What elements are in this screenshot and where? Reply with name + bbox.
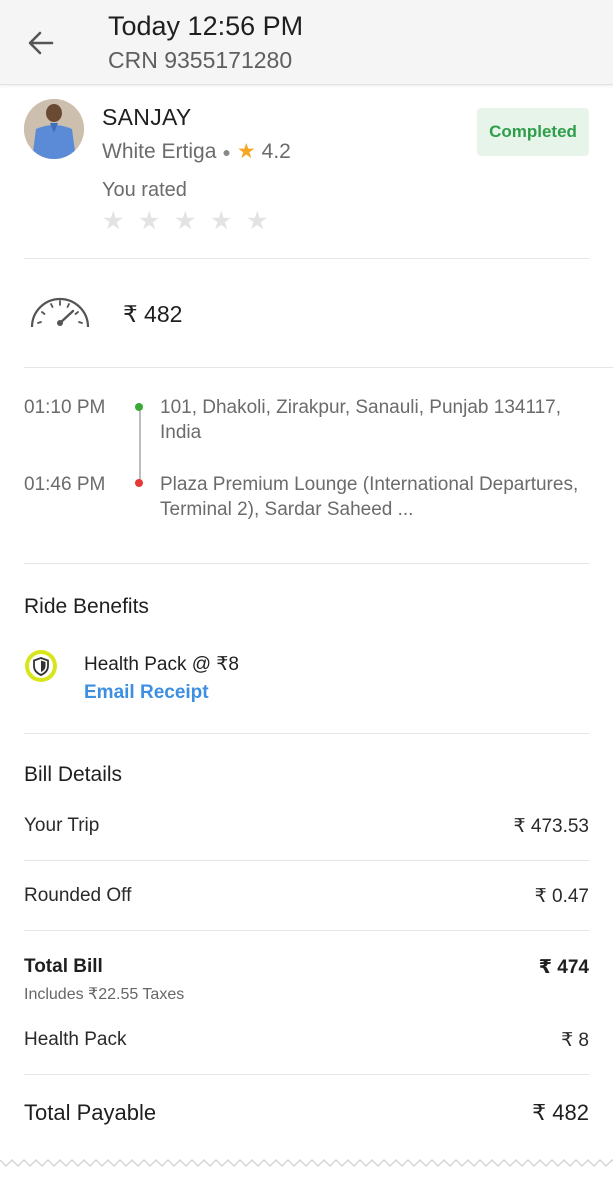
receipt-edge [0,1158,613,1168]
drop-time: 01:46 PM [24,474,106,495]
total-bill-label: Total Bill [24,956,103,977]
route-line [138,411,141,483]
star-icon: ★ [236,140,256,163]
your-trip-label: Your Trip [24,815,100,836]
driver-name: SANJAY [102,104,192,130]
star-icon[interactable]: ★ [246,209,270,234]
divider [24,563,589,564]
fare-amount: ₹ 482 [123,301,183,327]
driver-rating: 4.2 [261,139,291,163]
bill-row-rounded-off: Rounded Off ₹ 0.47 [24,885,589,908]
separator-dot: ● [222,143,231,160]
drop-address: Plaza Premium Lounge (International Depa… [160,474,579,520]
car-model: White Ertiga [102,139,217,163]
taxes-note: Includes ₹22.55 Taxes [24,986,185,1003]
divider [24,258,589,259]
crn-number: CRN 9355171280 [108,47,293,73]
star-icon[interactable]: ★ [138,209,162,234]
email-receipt-link[interactable]: Email Receipt [84,682,209,704]
ride-benefits-title: Ride Benefits [24,595,149,618]
bill-row-total-bill: Total Bill ₹ 474 [24,956,589,979]
divider [24,930,589,931]
trip-datetime-title: Today 12:56 PM [108,11,304,41]
pickup-pin-icon [135,403,143,411]
total-payable-label: Total Payable [24,1100,157,1125]
divider [24,733,589,734]
status-badge: Completed [477,108,589,156]
you-rated-label: You rated [102,179,187,201]
app-header: Today 12:56 PM CRN 9355171280 [0,0,613,85]
rounded-off-label: Rounded Off [24,885,132,906]
health-pack-label: Health Pack [24,1029,127,1050]
rating-stars[interactable]: ★ ★ ★ ★ ★ [102,209,270,234]
bill-row-health-pack: Health Pack ₹ 8 [24,1029,589,1052]
divider [24,367,613,368]
star-icon[interactable]: ★ [102,209,126,234]
divider [24,860,589,861]
arrow-left-icon [28,31,54,55]
driver-avatar [24,99,84,159]
your-trip-value: ₹ 473.53 [513,816,589,837]
car-details: White Ertiga ● ★ 4.2 [102,139,291,164]
speedometer-icon [30,297,90,328]
health-pack-benefit: Health Pack @ ₹8 [84,654,239,675]
bill-row-total-payable: Total Payable ₹ 482 [24,1100,589,1126]
star-icon[interactable]: ★ [174,209,198,234]
bill-row-your-trip: Your Trip ₹ 473.53 [24,815,589,838]
pickup-address: 101, Dhakoli, Zirakpur, Sanauli, Punjab … [160,397,562,443]
total-bill-value: ₹ 474 [538,957,589,978]
back-button[interactable] [24,26,58,60]
total-payable-value: ₹ 482 [532,1100,589,1125]
star-icon[interactable]: ★ [210,209,234,234]
shield-icon [25,650,57,682]
drop-pin-icon [135,479,143,487]
pickup-time: 01:10 PM [24,397,106,418]
bill-details-title: Bill Details [24,763,123,786]
health-pack-value: ₹ 8 [561,1030,589,1051]
rounded-off-value: ₹ 0.47 [534,886,589,907]
divider [24,1074,589,1075]
